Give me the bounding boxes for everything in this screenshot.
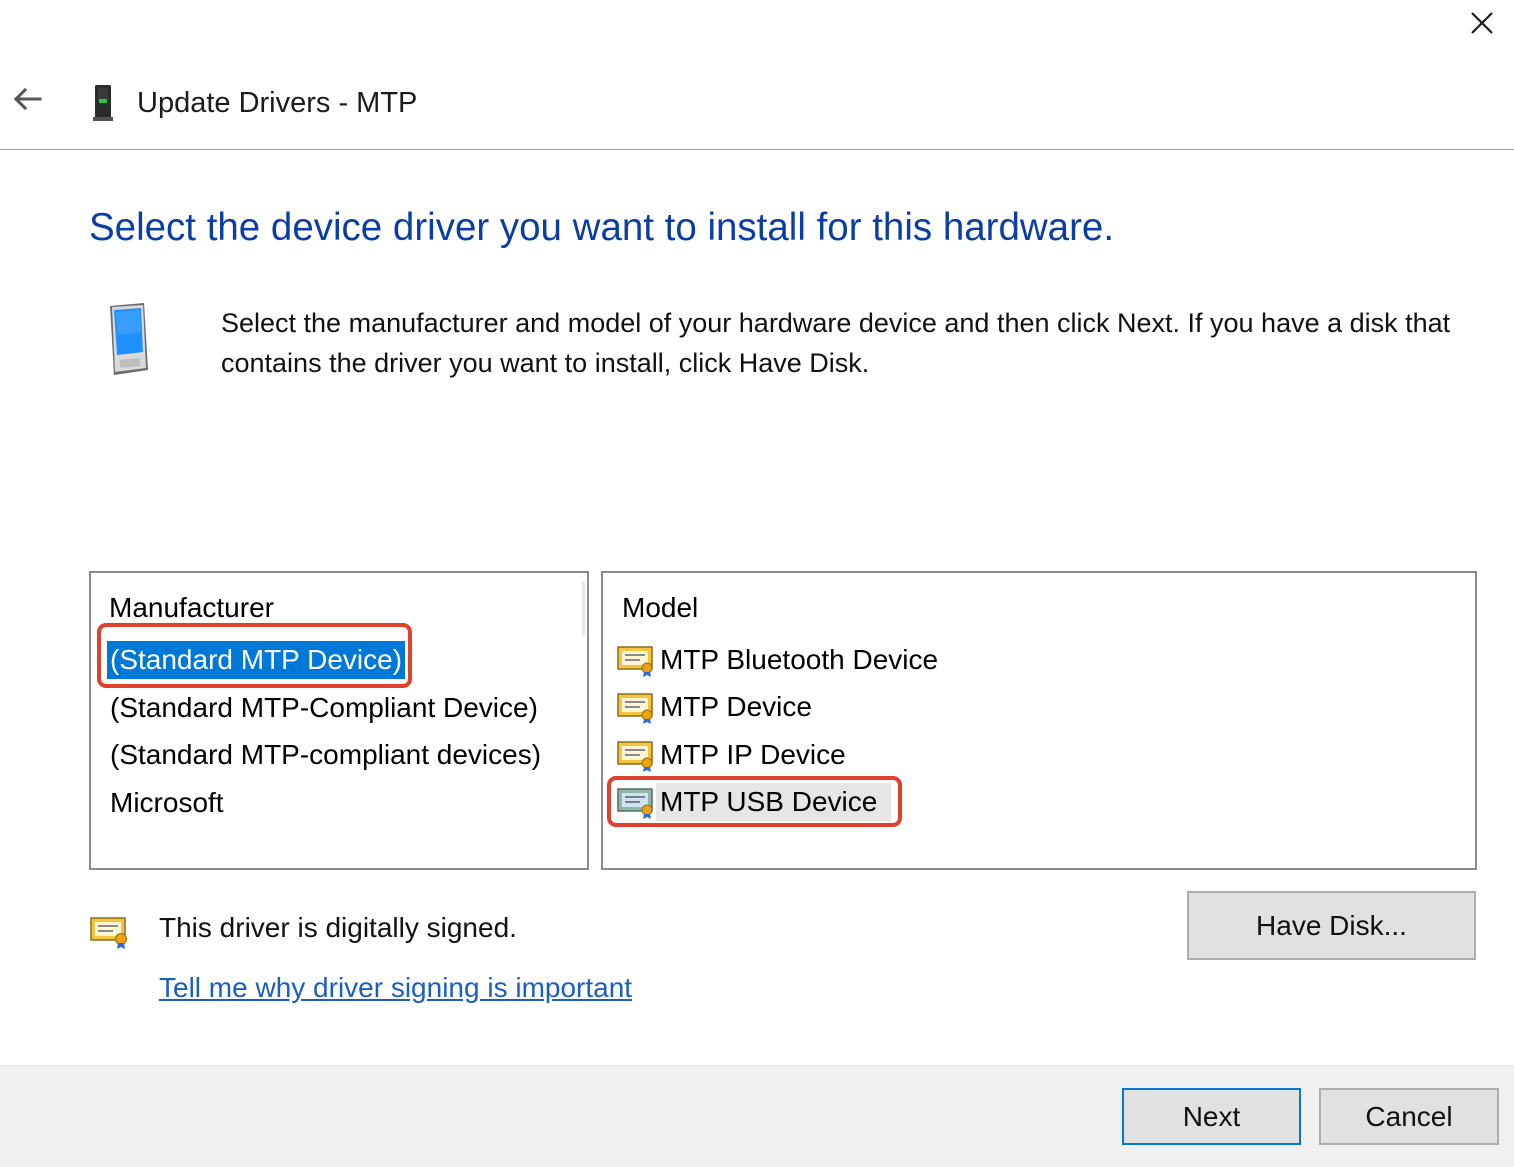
manufacturer-item-standard-mtp-compliant-devices[interactable]: (Standard MTP-compliant devices)	[107, 736, 544, 774]
model-header: Model	[622, 592, 699, 623]
have-disk-button[interactable]: Have Disk...	[1187, 891, 1476, 960]
cancel-button[interactable]: Cancel	[1319, 1088, 1499, 1145]
manufacturer-header: Manufacturer	[109, 592, 274, 623]
next-button[interactable]: Next	[1122, 1088, 1301, 1145]
manufacturer-listbox[interactable]: Manufacturer (Standard MTP Device) (Stan…	[89, 571, 589, 870]
certificate-icon	[617, 741, 653, 772]
model-item-mtp-bluetooth-device[interactable]: MTP Bluetooth Device	[616, 638, 952, 682]
back-arrow-icon	[13, 87, 42, 111]
manufacturer-item-microsoft[interactable]: Microsoft	[107, 784, 227, 822]
model-item-label-selected: MTP USB Device	[656, 783, 892, 821]
manufacturer-item-standard-mtp-device[interactable]: (Standard MTP Device)	[107, 641, 406, 679]
close-button[interactable]	[1458, 0, 1506, 46]
model-item-mtp-usb-device[interactable]: MTP USB Device	[616, 780, 892, 824]
description-text: Select the manufacturer and model of you…	[221, 308, 1451, 378]
signed-certificate-icon	[89, 912, 131, 950]
close-icon	[1471, 12, 1493, 34]
model-item-mtp-device[interactable]: MTP Device	[616, 685, 826, 729]
mtp-device-icon	[92, 84, 114, 122]
driver-signing-info-link[interactable]: Tell me why driver signing is important	[159, 968, 632, 1008]
model-item-label: MTP IP Device	[660, 739, 846, 770]
manufacturer-scrollbar[interactable]	[582, 581, 585, 636]
header-divider	[0, 149, 1514, 150]
certificate-icon	[617, 646, 653, 677]
page-heading: Select the device driver you want to ins…	[89, 206, 1115, 249]
model-item-mtp-ip-device[interactable]: MTP IP Device	[616, 733, 860, 777]
certificate-icon	[617, 693, 653, 724]
model-listbox[interactable]: Model MTP Bluetooth Device MTP Device MT…	[601, 571, 1477, 870]
driver-signed-status: This driver is digitally signed.	[159, 912, 517, 943]
back-button[interactable]	[8, 80, 48, 120]
model-item-label: MTP Device	[660, 691, 812, 722]
phone-icon	[106, 302, 152, 378]
window-title: Update Drivers - MTP	[137, 87, 418, 119]
model-item-label: MTP Bluetooth Device	[660, 644, 939, 675]
manufacturer-item-standard-mtp-compliant-device[interactable]: (Standard MTP-Compliant Device)	[107, 689, 541, 727]
certificate-icon	[617, 788, 653, 819]
